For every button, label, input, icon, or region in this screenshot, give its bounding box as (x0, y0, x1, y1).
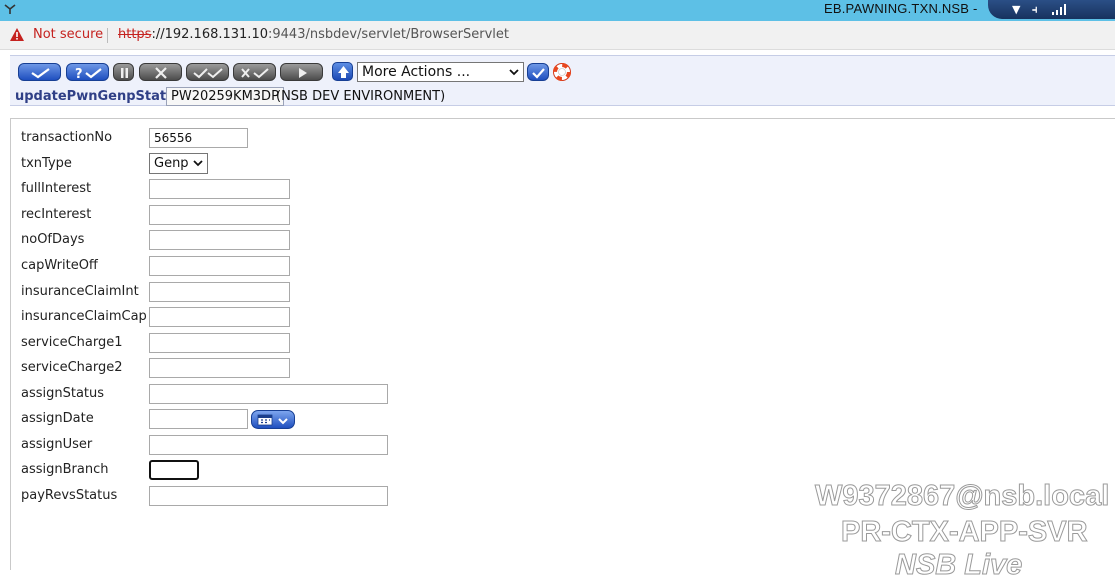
field-label-insuranceClaimCap: insuranceClaimCap (21, 309, 147, 324)
reverse-button[interactable] (233, 63, 276, 81)
pause-icon (121, 68, 128, 78)
insuranceClaimInt-input[interactable] (149, 282, 290, 302)
next-button[interactable] (280, 63, 323, 81)
field-label-assignUser: assignUser (21, 437, 93, 452)
txnType-value: Genp (154, 156, 189, 171)
chevron-down-icon (509, 69, 519, 76)
serviceCharge1-input[interactable] (149, 333, 290, 353)
cross-check-icon (241, 68, 269, 79)
warning-icon (10, 28, 24, 41)
hold-button[interactable] (113, 63, 134, 81)
noOfDays-input[interactable] (149, 230, 290, 250)
watermark-user: W9372867@nsb.local (814, 480, 1110, 513)
play-icon (299, 68, 307, 78)
field-label-txnType: txnType (21, 156, 72, 171)
more-actions-label: More Actions ... (362, 64, 471, 80)
address-bar[interactable]: Not secure https://192.168.131.10:9443/n… (0, 21, 1115, 50)
insuranceClaimCap-input[interactable] (149, 307, 290, 327)
calendar-icon (257, 414, 288, 426)
window-title: EB.PAWNING.TXN.NSB - (824, 1, 978, 16)
record-id-field[interactable]: PW20259KM3DP (166, 87, 284, 106)
url-field[interactable]: https://192.168.131.10:9443/nsbdev/servl… (118, 27, 509, 42)
field-label-assignDate: assignDate (21, 411, 94, 426)
watermark-server: PR-CTX-APP-SVR (841, 516, 1089, 549)
environment-label: (NSB DEV ENVIRONMENT) (276, 89, 446, 104)
cross-icon (155, 67, 167, 79)
chevron-down-icon[interactable]: ▼ (1012, 4, 1020, 15)
more-actions-select[interactable]: More Actions ... (357, 62, 524, 82)
field-label-serviceCharge2: serviceCharge2 (21, 360, 123, 375)
field-label-payRevsStatus: payRevsStatus (21, 488, 118, 503)
chevron-down-icon (193, 160, 203, 167)
assignBranch-input[interactable] (149, 460, 199, 480)
application-name: updatePwnGenpStatus (15, 89, 184, 104)
app-icon (4, 4, 16, 14)
up-arrow-button[interactable] (332, 62, 353, 81)
up-arrow-icon (338, 66, 349, 78)
authorise-button[interactable] (186, 63, 229, 81)
txnType-select[interactable]: Genp (149, 153, 208, 174)
double-check-icon (193, 68, 223, 79)
field-label-transactionNo: transactionNo (21, 130, 113, 145)
delete-button[interactable] (139, 63, 182, 81)
field-label-capWriteOff: capWriteOff (21, 258, 98, 273)
window-titlebar: EB.PAWNING.TXN.NSB - ▼ ⫞ (0, 0, 1115, 21)
serviceCharge2-input[interactable] (149, 358, 290, 378)
field-label-recInterest: recInterest (21, 207, 92, 222)
calendar-button[interactable] (251, 410, 295, 429)
field-label-assignBranch: assignBranch (21, 462, 109, 477)
pin-icon[interactable]: ⫞ (1032, 4, 1038, 15)
assignUser-input[interactable] (149, 435, 388, 455)
field-label-insuranceClaimInt: insuranceClaimInt (21, 284, 139, 299)
checkmark-icon (532, 68, 545, 79)
transactionNo-input[interactable]: 56556 (149, 128, 248, 148)
assignDate-input[interactable] (149, 409, 248, 429)
checkmark-icon (31, 68, 50, 79)
go-button[interactable] (527, 63, 549, 81)
field-label-noOfDays: noOfDays (21, 232, 85, 247)
field-label-assignStatus: assignStatus (21, 386, 105, 401)
question-check-icon: ? (75, 67, 102, 82)
help-lifebuoy-icon[interactable] (552, 62, 572, 82)
field-label-fullInterest: fullInterest (21, 181, 92, 196)
payRevsStatus-input[interactable] (149, 486, 388, 506)
url-host: ://192.168.131.10 (151, 27, 268, 42)
fullInterest-input[interactable] (149, 179, 290, 199)
divider (107, 28, 108, 43)
t24-toolbar: ? More Actions ... updatePwnGenpStatus P… (10, 55, 1115, 106)
svg-text:?: ? (75, 67, 83, 82)
recInterest-input[interactable] (149, 205, 290, 225)
signal-icon (1052, 4, 1066, 15)
assignStatus-input[interactable] (149, 384, 388, 404)
watermark-env: NSB Live (894, 549, 1023, 582)
url-scheme: https (118, 27, 152, 42)
commit-button[interactable] (18, 63, 61, 81)
validate-button[interactable]: ? (66, 63, 109, 82)
url-path: :9443/nsbdev/servlet/BrowserServlet (268, 27, 510, 42)
not-secure-label[interactable]: Not secure (33, 27, 103, 42)
field-label-serviceCharge1: serviceCharge1 (21, 335, 123, 350)
citrix-control-bar[interactable]: ▼ ⫞ (988, 0, 1115, 19)
capWriteOff-input[interactable] (149, 256, 290, 276)
